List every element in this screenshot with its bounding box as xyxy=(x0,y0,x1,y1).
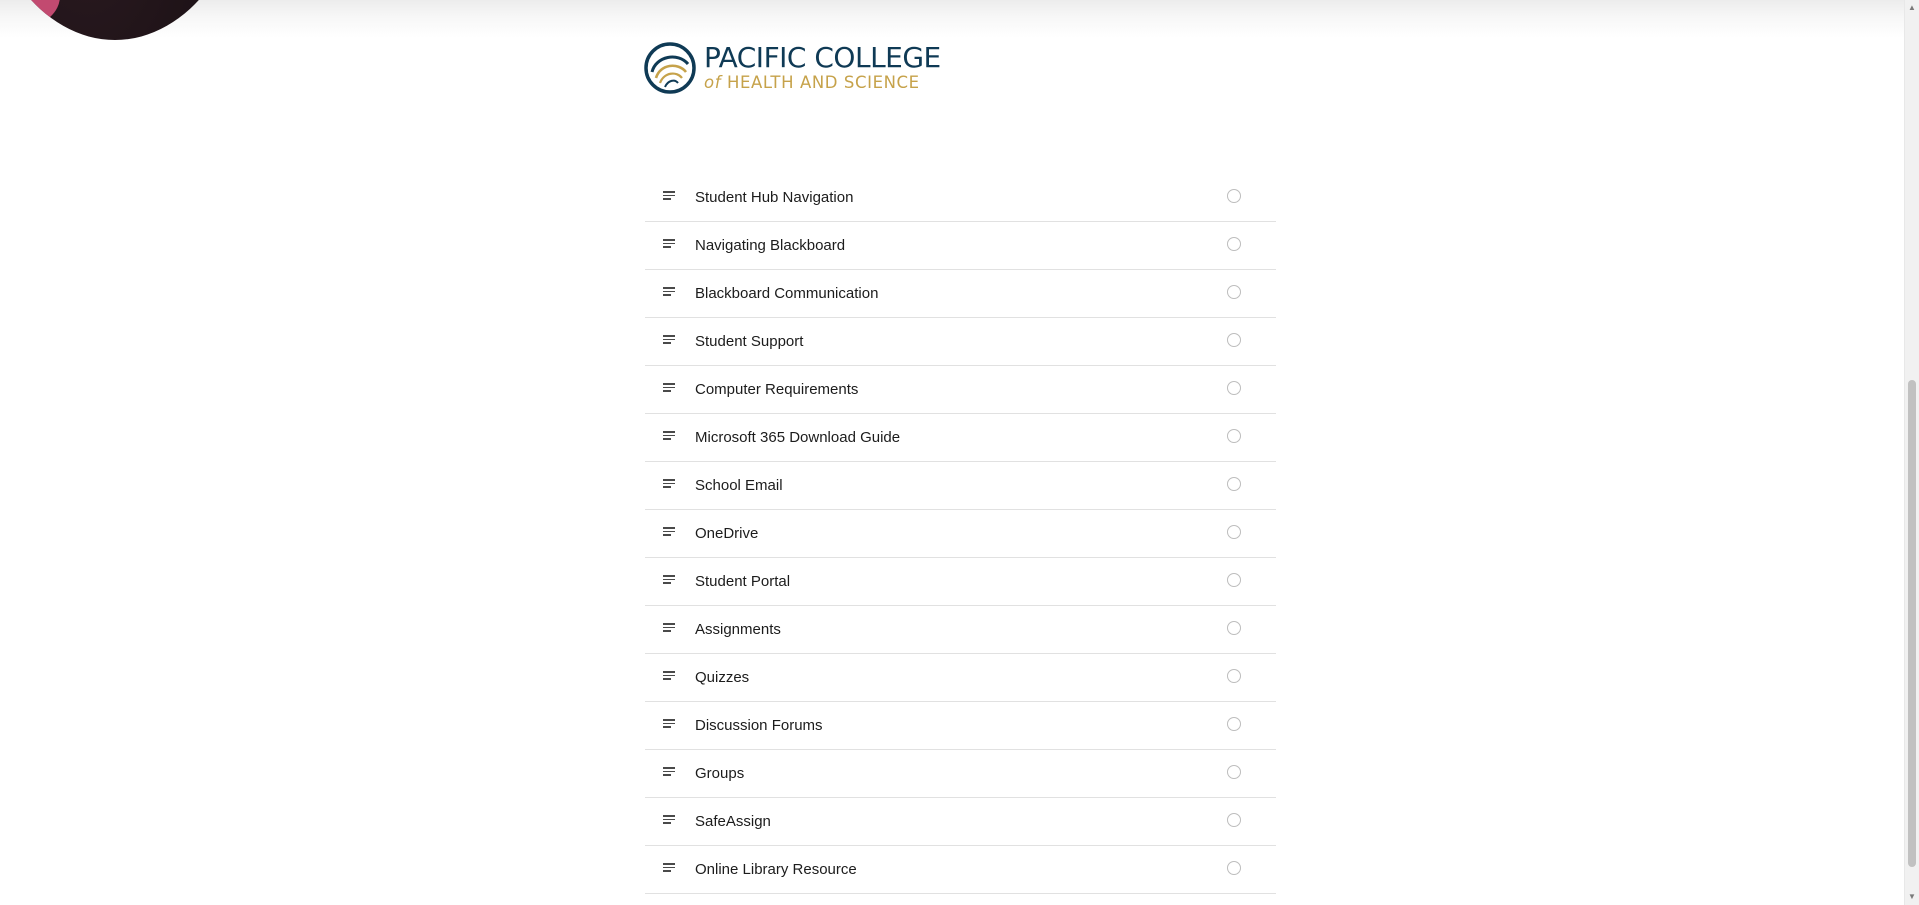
scrollbar-thumb[interactable] xyxy=(1908,380,1916,867)
completion-radio[interactable] xyxy=(1227,333,1241,347)
page-scrollbar[interactable]: ▲ ▼ xyxy=(1904,0,1919,905)
completion-radio[interactable] xyxy=(1227,525,1241,539)
completion-radio[interactable] xyxy=(1227,669,1241,683)
scroll-up-arrow-icon[interactable]: ▲ xyxy=(1905,1,1919,15)
scroll-down-arrow-icon[interactable]: ▼ xyxy=(1905,890,1919,904)
lesson-label[interactable]: Microsoft 365 Download Guide xyxy=(695,429,900,446)
lines-icon xyxy=(663,239,676,248)
lesson-list-item[interactable]: Computer Requirements xyxy=(645,366,1276,414)
completion-radio[interactable] xyxy=(1227,573,1241,587)
lines-icon xyxy=(663,623,676,632)
lines-icon xyxy=(663,527,676,536)
lesson-list-item[interactable]: Online Library Resource xyxy=(645,846,1276,894)
logo-name-line2: of HEALTH AND SCIENCE xyxy=(704,75,941,92)
lesson-list-item[interactable]: Assignments xyxy=(645,606,1276,654)
lines-icon xyxy=(663,719,676,728)
lesson-label[interactable]: Student Support xyxy=(695,333,803,350)
lesson-list-item[interactable]: Groups xyxy=(645,750,1276,798)
logo-of: of xyxy=(704,73,722,93)
lines-icon xyxy=(663,815,676,824)
lines-icon xyxy=(663,767,676,776)
college-logo[interactable]: PACIFIC COLLEGE of HEALTH AND SCIENCE xyxy=(644,42,941,94)
lines-icon xyxy=(663,863,676,872)
lesson-list: Student Hub Navigation Navigating Blackbo… xyxy=(645,174,1276,894)
lesson-label[interactable]: Assignments xyxy=(695,621,781,638)
lesson-list-item[interactable]: Student Portal xyxy=(645,558,1276,606)
lesson-list-item[interactable]: Quizzes xyxy=(645,654,1276,702)
completion-radio[interactable] xyxy=(1227,717,1241,731)
lesson-label[interactable]: Quizzes xyxy=(695,669,749,686)
lesson-label[interactable]: Blackboard Communication xyxy=(695,285,878,302)
lesson-list-item[interactable]: Navigating Blackboard xyxy=(645,222,1276,270)
lines-icon xyxy=(663,383,676,392)
completion-radio[interactable] xyxy=(1227,477,1241,491)
lesson-label[interactable]: Navigating Blackboard xyxy=(695,237,845,254)
lines-icon xyxy=(663,575,676,584)
lines-icon xyxy=(663,479,676,488)
completion-radio[interactable] xyxy=(1227,861,1241,875)
lines-icon xyxy=(663,191,676,200)
page: PACIFIC COLLEGE of HEALTH AND SCIENCE St… xyxy=(0,0,1919,905)
completion-radio[interactable] xyxy=(1227,237,1241,251)
lesson-label[interactable]: Computer Requirements xyxy=(695,381,858,398)
header-shadow xyxy=(0,0,1904,38)
lesson-label[interactable]: Groups xyxy=(695,765,744,782)
lesson-list-item[interactable]: Blackboard Communication xyxy=(645,270,1276,318)
lesson-list-item[interactable]: Discussion Forums xyxy=(645,702,1276,750)
completion-radio[interactable] xyxy=(1227,285,1241,299)
lesson-list-item[interactable]: Student Support xyxy=(645,318,1276,366)
lesson-label[interactable]: SafeAssign xyxy=(695,813,771,830)
logo-wordmark: PACIFIC COLLEGE of HEALTH AND SCIENCE xyxy=(704,44,941,92)
lesson-label[interactable]: Student Hub Navigation xyxy=(695,189,853,206)
completion-radio[interactable] xyxy=(1227,621,1241,635)
lesson-list-item[interactable]: OneDrive xyxy=(645,510,1276,558)
completion-radio[interactable] xyxy=(1227,429,1241,443)
lesson-label[interactable]: Discussion Forums xyxy=(695,717,823,734)
logo-swirl-icon xyxy=(644,42,696,94)
lesson-list-item[interactable]: SafeAssign xyxy=(645,798,1276,846)
logo-name-line1: PACIFIC COLLEGE xyxy=(704,41,941,75)
lines-icon xyxy=(663,335,676,344)
completion-radio[interactable] xyxy=(1227,765,1241,779)
lesson-list-item[interactable]: School Email xyxy=(645,462,1276,510)
logo-name-line2-text: HEALTH AND SCIENCE xyxy=(726,73,920,93)
completion-radio[interactable] xyxy=(1227,813,1241,827)
lesson-label[interactable]: OneDrive xyxy=(695,525,758,542)
lines-icon xyxy=(663,431,676,440)
completion-radio[interactable] xyxy=(1227,189,1241,203)
lesson-label[interactable]: Online Library Resource xyxy=(695,861,857,878)
completion-radio[interactable] xyxy=(1227,381,1241,395)
lesson-list-item[interactable]: Microsoft 365 Download Guide xyxy=(645,414,1276,462)
lesson-label[interactable]: School Email xyxy=(695,477,783,494)
lines-icon xyxy=(663,287,676,296)
lesson-list-item[interactable]: Student Hub Navigation xyxy=(645,174,1276,222)
lesson-label[interactable]: Student Portal xyxy=(695,573,790,590)
lines-icon xyxy=(663,671,676,680)
